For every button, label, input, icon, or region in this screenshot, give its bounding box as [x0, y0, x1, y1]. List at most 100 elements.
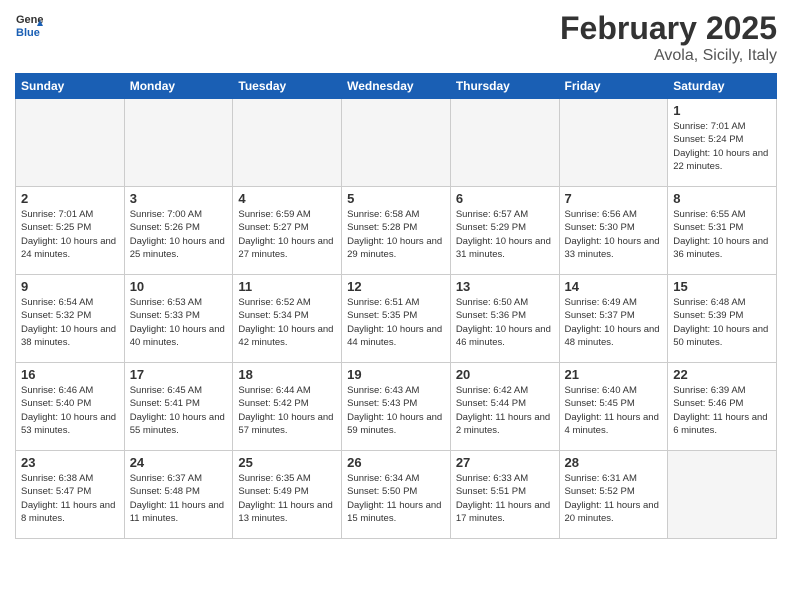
day-number: 5 — [347, 191, 445, 206]
calendar-cell: 24 Sunrise: 6:37 AM Sunset: 5:48 PM Dayli… — [124, 451, 233, 539]
day-info: Sunrise: 7:01 AM Sunset: 5:25 PM Dayligh… — [21, 208, 119, 261]
logo-icon: General Blue — [15, 10, 43, 38]
calendar-cell: 27 Sunrise: 6:33 AM Sunset: 5:51 PM Dayli… — [450, 451, 559, 539]
calendar-cell: 23Sunrise: 6:38 AM Sunset: 5:47 PM Dayli… — [16, 451, 125, 539]
calendar-cell — [16, 99, 125, 187]
calendar-week-4: 16 Sunrise: 6:46 AM Sunset: 5:40 PM Dayli… — [16, 363, 777, 451]
calendar-cell: 3 Sunrise: 7:00 AM Sunset: 5:26 PM Daylig… — [124, 187, 233, 275]
day-info: Sunrise: 6:58 AM Sunset: 5:28 PM Dayligh… — [347, 208, 445, 261]
calendar-cell: 14 Sunrise: 6:49 AM Sunset: 5:37 PM Dayli… — [559, 275, 668, 363]
calendar-cell: 7 Sunrise: 6:56 AM Sunset: 5:30 PM Daylig… — [559, 187, 668, 275]
day-number: 15 — [673, 279, 771, 294]
day-info: Sunrise: 7:01 AM Sunset: 5:24 PM Dayligh… — [673, 120, 771, 173]
day-number: 26 — [347, 455, 445, 470]
day-info: Sunrise: 6:42 AM Sunset: 5:44 PM Dayligh… — [456, 384, 554, 437]
calendar-week-3: 9 Sunrise: 6:54 AM Sunset: 5:32 PM Daylig… — [16, 275, 777, 363]
day-info: Sunrise: 6:31 AM Sunset: 5:52 PM Dayligh… — [565, 472, 663, 525]
day-number: 11 — [238, 279, 336, 294]
calendar-cell — [124, 99, 233, 187]
calendar-cell: 28 Sunrise: 6:31 AM Sunset: 5:52 PM Dayli… — [559, 451, 668, 539]
calendar-cell: 20 Sunrise: 6:42 AM Sunset: 5:44 PM Dayli… — [450, 363, 559, 451]
header-tuesday: Tuesday — [233, 74, 342, 99]
calendar-cell — [668, 451, 777, 539]
calendar-cell — [559, 99, 668, 187]
day-info: Sunrise: 6:35 AM Sunset: 5:49 PM Dayligh… — [238, 472, 336, 525]
title-area: February 2025 Avola, Sicily, Italy — [560, 10, 777, 65]
day-info: Sunrise: 6:39 AM Sunset: 5:46 PM Dayligh… — [673, 384, 771, 437]
day-info: Sunrise: 6:37 AM Sunset: 5:48 PM Dayligh… — [130, 472, 228, 525]
day-number: 16 — [21, 367, 119, 382]
day-info: Sunrise: 6:59 AM Sunset: 5:27 PM Dayligh… — [238, 208, 336, 261]
day-number: 14 — [565, 279, 663, 294]
calendar-cell: 21 Sunrise: 6:40 AM Sunset: 5:45 PM Dayli… — [559, 363, 668, 451]
calendar-week-5: 23Sunrise: 6:38 AM Sunset: 5:47 PM Dayli… — [16, 451, 777, 539]
day-info: Sunrise: 6:48 AM Sunset: 5:39 PM Dayligh… — [673, 296, 771, 349]
day-number: 25 — [238, 455, 336, 470]
day-number: 20 — [456, 367, 554, 382]
day-number: 4 — [238, 191, 336, 206]
calendar-week-1: 1 Sunrise: 7:01 AM Sunset: 5:24 PM Daylig… — [16, 99, 777, 187]
day-number: 17 — [130, 367, 228, 382]
day-info: Sunrise: 6:44 AM Sunset: 5:42 PM Dayligh… — [238, 384, 336, 437]
calendar-cell — [233, 99, 342, 187]
calendar-cell: 4 Sunrise: 6:59 AM Sunset: 5:27 PM Daylig… — [233, 187, 342, 275]
day-number: 1 — [673, 103, 771, 118]
calendar-header-row: Sunday Monday Tuesday Wednesday Thursday… — [16, 74, 777, 99]
day-info: Sunrise: 6:45 AM Sunset: 5:41 PM Dayligh… — [130, 384, 228, 437]
calendar-cell: 26Sunrise: 6:34 AM Sunset: 5:50 PM Dayli… — [342, 451, 451, 539]
day-number: 28 — [565, 455, 663, 470]
header-saturday: Saturday — [668, 74, 777, 99]
day-info: Sunrise: 6:43 AM Sunset: 5:43 PM Dayligh… — [347, 384, 445, 437]
header-wednesday: Wednesday — [342, 74, 451, 99]
calendar-cell: 17 Sunrise: 6:45 AM Sunset: 5:41 PM Dayli… — [124, 363, 233, 451]
header-friday: Friday — [559, 74, 668, 99]
day-number: 6 — [456, 191, 554, 206]
calendar-cell: 2 Sunrise: 7:01 AM Sunset: 5:25 PM Daylig… — [16, 187, 125, 275]
svg-text:Blue: Blue — [16, 27, 40, 38]
calendar-table: Sunday Monday Tuesday Wednesday Thursday… — [15, 73, 777, 539]
day-info: Sunrise: 6:52 AM Sunset: 5:34 PM Dayligh… — [238, 296, 336, 349]
day-number: 10 — [130, 279, 228, 294]
calendar-cell: 12 Sunrise: 6:51 AM Sunset: 5:35 PM Dayli… — [342, 275, 451, 363]
calendar-cell: 16 Sunrise: 6:46 AM Sunset: 5:40 PM Dayli… — [16, 363, 125, 451]
calendar-cell: 11 Sunrise: 6:52 AM Sunset: 5:34 PM Dayli… — [233, 275, 342, 363]
day-number: 7 — [565, 191, 663, 206]
header-thursday: Thursday — [450, 74, 559, 99]
day-number: 9 — [21, 279, 119, 294]
day-info: Sunrise: 6:56 AM Sunset: 5:30 PM Dayligh… — [565, 208, 663, 261]
day-info: Sunrise: 6:33 AM Sunset: 5:51 PM Dayligh… — [456, 472, 554, 525]
day-number: 8 — [673, 191, 771, 206]
day-info: Sunrise: 6:50 AM Sunset: 5:36 PM Dayligh… — [456, 296, 554, 349]
day-info: Sunrise: 6:40 AM Sunset: 5:45 PM Dayligh… — [565, 384, 663, 437]
calendar-cell — [342, 99, 451, 187]
day-number: 23 — [21, 455, 119, 470]
day-number: 2 — [21, 191, 119, 206]
day-number: 19 — [347, 367, 445, 382]
day-info: Sunrise: 6:46 AM Sunset: 5:40 PM Dayligh… — [21, 384, 119, 437]
header: General Blue February 2025 Avola, Sicily… — [15, 10, 777, 65]
month-title: February 2025 — [560, 10, 777, 47]
day-number: 3 — [130, 191, 228, 206]
logo: General Blue — [15, 10, 47, 38]
day-info: Sunrise: 6:49 AM Sunset: 5:37 PM Dayligh… — [565, 296, 663, 349]
day-number: 13 — [456, 279, 554, 294]
day-info: Sunrise: 6:51 AM Sunset: 5:35 PM Dayligh… — [347, 296, 445, 349]
calendar-cell: 13 Sunrise: 6:50 AM Sunset: 5:36 PM Dayli… — [450, 275, 559, 363]
calendar-cell: 1 Sunrise: 7:01 AM Sunset: 5:24 PM Daylig… — [668, 99, 777, 187]
calendar-week-2: 2 Sunrise: 7:01 AM Sunset: 5:25 PM Daylig… — [16, 187, 777, 275]
day-info: Sunrise: 6:53 AM Sunset: 5:33 PM Dayligh… — [130, 296, 228, 349]
calendar-cell: 8 Sunrise: 6:55 AM Sunset: 5:31 PM Daylig… — [668, 187, 777, 275]
day-info: Sunrise: 7:00 AM Sunset: 5:26 PM Dayligh… — [130, 208, 228, 261]
day-info: Sunrise: 6:55 AM Sunset: 5:31 PM Dayligh… — [673, 208, 771, 261]
day-number: 12 — [347, 279, 445, 294]
day-info: Sunrise: 6:57 AM Sunset: 5:29 PM Dayligh… — [456, 208, 554, 261]
page-container: General Blue February 2025 Avola, Sicily… — [0, 0, 792, 544]
calendar-cell: 15 Sunrise: 6:48 AM Sunset: 5:39 PM Dayli… — [668, 275, 777, 363]
day-number: 21 — [565, 367, 663, 382]
day-number: 24 — [130, 455, 228, 470]
day-number: 27 — [456, 455, 554, 470]
calendar-cell: 22Sunrise: 6:39 AM Sunset: 5:46 PM Dayli… — [668, 363, 777, 451]
header-monday: Monday — [124, 74, 233, 99]
calendar-cell: 6 Sunrise: 6:57 AM Sunset: 5:29 PM Daylig… — [450, 187, 559, 275]
day-info: Sunrise: 6:54 AM Sunset: 5:32 PM Dayligh… — [21, 296, 119, 349]
